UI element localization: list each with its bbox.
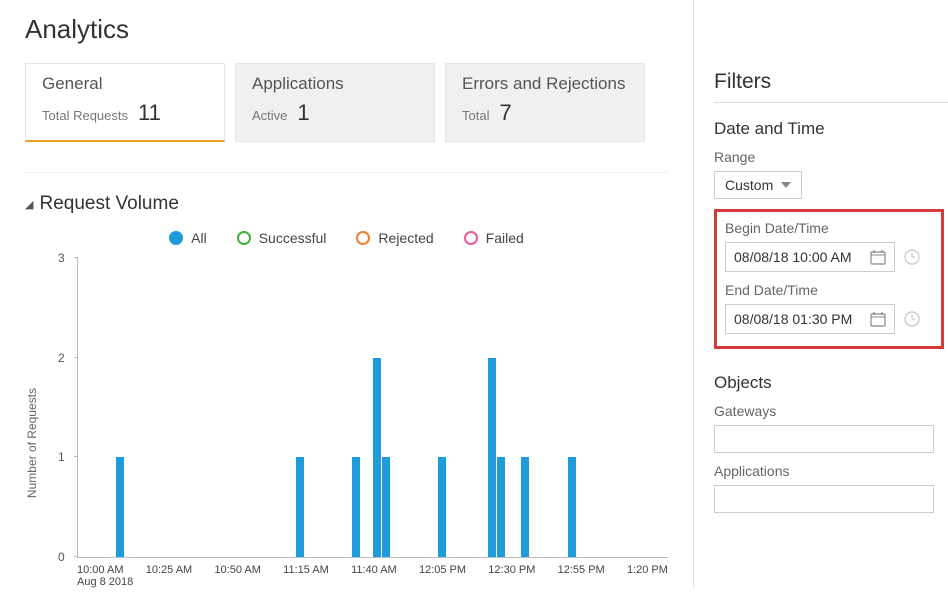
x-axis-subtitle: Aug 8 2018 bbox=[77, 576, 668, 588]
chart-bar bbox=[373, 358, 381, 557]
tab-value: 11 bbox=[138, 100, 161, 126]
legend-label: All bbox=[191, 230, 207, 246]
y-axis-label: Number of Requests bbox=[25, 348, 39, 498]
filters-title: Filters bbox=[714, 70, 948, 94]
x-tick: 12:30 PM bbox=[488, 564, 535, 576]
begin-value: 08/08/18 10:00 AM bbox=[734, 249, 852, 265]
chart-bar bbox=[382, 457, 390, 557]
y-tick: 0 bbox=[58, 550, 65, 564]
legend-rejected[interactable]: Rejected bbox=[356, 230, 433, 246]
clock-icon[interactable] bbox=[903, 310, 921, 328]
tab-title: Applications bbox=[252, 74, 418, 94]
y-tick: 1 bbox=[58, 450, 65, 464]
request-volume-chart: 0123 10:00 AM10:25 AM10:50 AM11:15 AM11:… bbox=[47, 258, 668, 588]
gateways-select[interactable] bbox=[714, 425, 934, 453]
chart-bar bbox=[497, 457, 505, 557]
legend-ring-icon bbox=[356, 231, 370, 245]
legend-dot-icon bbox=[169, 231, 183, 245]
chart-bar bbox=[521, 457, 529, 557]
chart-bar bbox=[352, 457, 360, 557]
tab-sub-label: Total Requests bbox=[42, 108, 128, 123]
legend-label: Successful bbox=[259, 230, 327, 246]
begin-datetime-input[interactable]: 08/08/18 10:00 AM bbox=[725, 242, 895, 272]
objects-section-title: Objects bbox=[714, 373, 948, 393]
tab-value: 7 bbox=[499, 100, 511, 126]
chart-bar bbox=[568, 457, 576, 557]
x-axis: 10:00 AM 10:25 AM 10:50 AM 11:15 AM 11:40 AM… bbox=[77, 558, 668, 576]
x-tick: 10:00 AM bbox=[77, 564, 123, 576]
y-tick: 3 bbox=[58, 251, 65, 265]
range-label: Range bbox=[714, 149, 948, 165]
chart-bar bbox=[488, 358, 496, 557]
tabs: General Total Requests 11 Applications A… bbox=[25, 63, 668, 142]
tab-title: General bbox=[42, 74, 208, 94]
range-value: Custom bbox=[725, 177, 773, 193]
x-tick: 12:55 PM bbox=[558, 564, 605, 576]
tab-value: 1 bbox=[297, 100, 309, 126]
tab-sub-label: Active bbox=[252, 108, 287, 123]
section-title: Request Volume bbox=[39, 193, 178, 215]
legend-ring-icon bbox=[464, 231, 478, 245]
begin-label: Begin Date/Time bbox=[725, 220, 933, 236]
tab-title: Errors and Rejections bbox=[462, 74, 628, 94]
end-datetime-input[interactable]: 08/08/18 01:30 PM bbox=[725, 304, 895, 334]
chart-bar bbox=[438, 457, 446, 557]
clock-icon[interactable] bbox=[903, 248, 921, 266]
divider bbox=[714, 102, 948, 103]
divider bbox=[25, 172, 668, 173]
legend-all[interactable]: All bbox=[169, 230, 207, 246]
collapse-toggle-icon[interactable]: ◢ bbox=[25, 198, 33, 211]
x-tick: 10:25 AM bbox=[146, 564, 192, 576]
gateways-label: Gateways bbox=[714, 403, 948, 419]
tab-errors[interactable]: Errors and Rejections Total 7 bbox=[445, 63, 645, 142]
range-dropdown[interactable]: Custom bbox=[714, 171, 802, 199]
filters-panel: Filters Date and Time Range Custom Begin… bbox=[693, 0, 948, 588]
chevron-down-icon bbox=[781, 182, 791, 188]
x-tick: 1:20 PM bbox=[627, 564, 668, 576]
legend-successful[interactable]: Successful bbox=[237, 230, 327, 246]
calendar-icon[interactable] bbox=[870, 249, 886, 265]
x-tick: 10:50 AM bbox=[214, 564, 260, 576]
datetime-section-title: Date and Time bbox=[714, 119, 948, 139]
calendar-icon[interactable] bbox=[870, 311, 886, 327]
chart-bar bbox=[116, 457, 124, 557]
legend-failed[interactable]: Failed bbox=[464, 230, 524, 246]
x-tick: 12:05 PM bbox=[419, 564, 466, 576]
end-label: End Date/Time bbox=[725, 282, 933, 298]
page-title: Analytics bbox=[25, 14, 668, 45]
legend-label: Failed bbox=[486, 230, 524, 246]
chart-bar bbox=[296, 457, 304, 557]
tab-general[interactable]: General Total Requests 11 bbox=[25, 63, 225, 142]
applications-select[interactable] bbox=[714, 485, 934, 513]
tab-applications[interactable]: Applications Active 1 bbox=[235, 63, 435, 142]
y-tick: 2 bbox=[58, 351, 65, 365]
x-tick: 11:40 AM bbox=[351, 564, 397, 576]
legend-label: Rejected bbox=[378, 230, 433, 246]
end-value: 08/08/18 01:30 PM bbox=[734, 311, 852, 327]
x-tick: 11:15 AM bbox=[283, 564, 329, 576]
legend-ring-icon bbox=[237, 231, 251, 245]
applications-label: Applications bbox=[714, 463, 948, 479]
datetime-highlight: Begin Date/Time 08/08/18 10:00 AM End Da… bbox=[714, 209, 944, 349]
chart-legend: All Successful Rejected Failed bbox=[25, 230, 668, 246]
tab-sub-label: Total bbox=[462, 108, 489, 123]
